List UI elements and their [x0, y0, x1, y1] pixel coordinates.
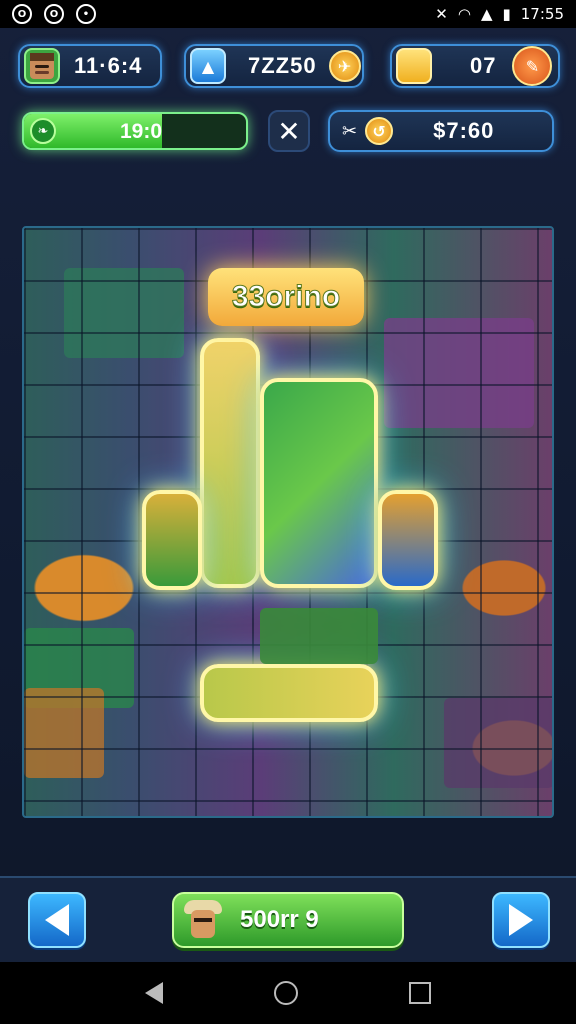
arrow-left-icon	[45, 904, 69, 936]
previous-button[interactable]	[28, 892, 86, 948]
recent-apps-icon[interactable]	[408, 982, 431, 1004]
gem-add-icon[interactable]: ✈	[328, 50, 361, 82]
scissors-icon: ✂	[342, 120, 358, 142]
combo-banner-text: 33orino	[231, 280, 341, 314]
home-icon[interactable]	[273, 981, 298, 1005]
bonus-value: $7:60	[433, 118, 495, 143]
coins-value: 07	[470, 53, 497, 78]
system-nav-bar	[0, 962, 576, 1024]
play-button-label: 500rr 9	[240, 906, 319, 933]
gems-value: 7ZZ50	[248, 53, 317, 78]
app-icon: O	[12, 4, 32, 24]
pencil-icon[interactable]: ✎	[512, 46, 553, 86]
leaf-icon: ❧	[30, 118, 56, 144]
close-icon: ✕	[277, 114, 301, 148]
app-icon: O	[44, 4, 64, 24]
play-button[interactable]: 500rr 9	[172, 892, 404, 948]
player-score-value: 11·6:4	[74, 53, 143, 78]
gem-icon: ▲	[190, 48, 226, 84]
coins-pill[interactable]: 07 ✎	[390, 44, 560, 88]
glowing-piece[interactable]	[260, 378, 378, 588]
player-avatar-icon	[24, 48, 60, 84]
gems-pill[interactable]: ▲ 7ZZ50 ✈	[184, 44, 364, 88]
bonus-coin-icon: ↺	[365, 117, 394, 145]
status-time: 17:55	[520, 5, 564, 23]
combo-banner: 33orino	[208, 268, 364, 326]
coin-icon	[396, 48, 432, 84]
game-screen: O O • ✕ ◠ ▲ ▮ 17:55 11·6:4 ▲ 7ZZ50 ✈ 07 …	[0, 0, 576, 1024]
glowing-piece[interactable]	[142, 490, 202, 590]
arrow-right-icon	[509, 904, 533, 936]
battery-icon: ▮	[502, 5, 511, 23]
mute-icon: ✕	[435, 5, 448, 23]
energy-value: 19:0	[120, 120, 163, 143]
player-score-pill[interactable]: 11·6:4	[18, 44, 162, 88]
board-piece-group	[260, 608, 378, 664]
wifi-icon: ◠	[457, 5, 471, 23]
glowing-piece[interactable]	[200, 338, 260, 588]
bonus-pill[interactable]: ✂ ↺ $7:60	[328, 110, 554, 152]
energy-bar: ❧ 19:0	[22, 112, 248, 150]
explorer-avatar-icon	[184, 900, 222, 940]
next-button[interactable]	[492, 892, 550, 948]
signal-icon: ▲	[480, 5, 493, 23]
glowing-piece[interactable]	[200, 664, 378, 722]
glowing-piece[interactable]	[378, 490, 438, 590]
notification-icon: •	[76, 4, 96, 24]
close-button[interactable]: ✕	[268, 110, 310, 152]
back-icon[interactable]	[145, 982, 164, 1004]
status-bar: O O • ✕ ◠ ▲ ▮ 17:55	[0, 0, 576, 28]
